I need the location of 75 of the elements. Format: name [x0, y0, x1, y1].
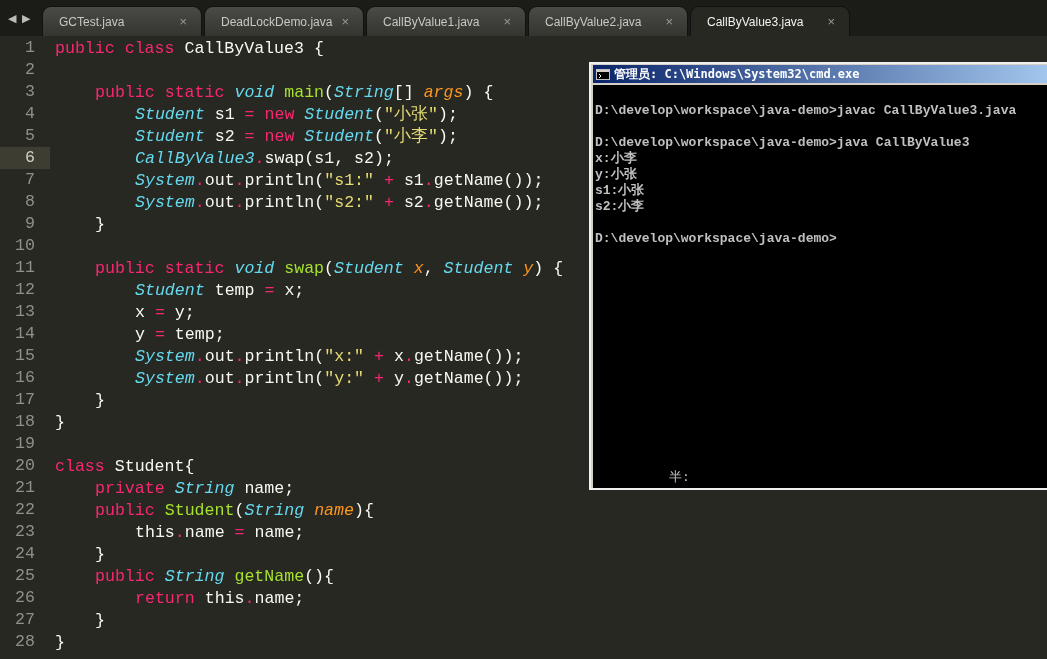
- line-number: 28: [14, 631, 36, 653]
- console-line: s2:小李: [595, 199, 645, 215]
- line-number: 19: [14, 433, 36, 455]
- code-line: class Student{: [55, 456, 195, 476]
- code-line: return this.name;: [135, 588, 305, 608]
- line-number: 18: [14, 411, 36, 433]
- line-number: 2: [24, 59, 36, 81]
- close-icon[interactable]: ×: [503, 14, 511, 29]
- line-number: 6: [0, 147, 50, 169]
- line-number: 20: [14, 455, 36, 477]
- code-line: }: [55, 412, 65, 432]
- line-number: 24: [14, 543, 36, 565]
- line-number: 7: [24, 169, 36, 191]
- close-icon[interactable]: ×: [179, 14, 187, 29]
- code-line: }: [95, 610, 105, 630]
- file-tab[interactable]: CallByValue2.java ×: [528, 6, 688, 36]
- code-line: System.out.println("y:" + y.getName());: [135, 368, 524, 388]
- window-title: 管理员: C:\Windows\System32\cmd.exe: [614, 65, 860, 83]
- line-number: 9: [24, 213, 36, 235]
- console-line: x:小李: [595, 151, 637, 167]
- file-tab[interactable]: GCTest.java ×: [42, 6, 202, 36]
- close-icon[interactable]: ×: [341, 14, 349, 29]
- code-line: public String getName(){: [95, 566, 335, 586]
- line-number: 5: [24, 125, 36, 147]
- code-line: public Student(String name){: [95, 500, 374, 520]
- line-number: 8: [24, 191, 36, 213]
- line-number: 22: [14, 499, 36, 521]
- code-line: public static void swap(Student x, Student y) {: [95, 258, 564, 278]
- file-tab[interactable]: DeadLockDemo.java ×: [204, 6, 364, 36]
- code-line: System.out.println("x:" + x.getName());: [135, 346, 524, 366]
- console-line: D:\develop\workspace\java-demo>: [595, 231, 837, 247]
- line-number: 17: [14, 389, 36, 411]
- line-number: 10: [14, 235, 36, 257]
- code-line: }: [95, 214, 105, 234]
- code-line: System.out.println("s1:" + s1.getName());: [135, 170, 544, 190]
- console-line: y:小张: [595, 167, 637, 183]
- code-line: CallByValue3.swap(s1, s2);: [135, 148, 394, 168]
- line-number: 25: [14, 565, 36, 587]
- close-icon[interactable]: ×: [665, 14, 673, 29]
- line-number: 1: [24, 37, 36, 59]
- line-number: 23: [14, 521, 36, 543]
- code-line: private String name;: [95, 478, 295, 498]
- forward-arrow-button[interactable]: ▶: [22, 11, 30, 25]
- code-line: }: [95, 544, 105, 564]
- code-line: public static void main(String[] args) {: [95, 82, 494, 102]
- code-line: System.out.println("s2:" + s2.getName());: [135, 192, 544, 212]
- code-line: }: [95, 390, 105, 410]
- line-number: 4: [24, 103, 36, 125]
- line-number: 11: [14, 257, 36, 279]
- line-number: 27: [14, 609, 36, 631]
- line-number: 3: [24, 81, 36, 103]
- back-arrow-button[interactable]: ◀: [8, 11, 16, 25]
- line-number: 21: [14, 477, 36, 499]
- line-number: 16: [14, 367, 36, 389]
- code-line: Student temp = x;: [135, 280, 305, 300]
- code-line: Student s2 = new Student("小李");: [135, 126, 458, 147]
- code-line: this.name = name;: [135, 522, 305, 542]
- code-line: x = y;: [135, 302, 195, 322]
- code-line: y = temp;: [135, 324, 225, 344]
- close-icon[interactable]: ×: [827, 14, 835, 29]
- console-line: s1:小张: [595, 183, 645, 199]
- line-number: 13: [14, 301, 36, 323]
- line-number: 26: [14, 587, 36, 609]
- console-icon: [596, 68, 610, 80]
- file-tab[interactable]: CallByValue1.java ×: [366, 6, 526, 36]
- code-line: public class CallByValue3 {: [55, 38, 324, 58]
- line-number: 15: [14, 345, 36, 367]
- line-number: 14: [14, 323, 36, 345]
- console-line: D:\develop\workspace\java-demo>javac CallByValue3.java: [595, 103, 1017, 119]
- ime-status: 半:: [669, 468, 690, 486]
- console-line: D:\develop\workspace\java-demo>java CallByValue3: [595, 135, 970, 151]
- line-number: 12: [14, 279, 36, 301]
- file-tab[interactable]: CallByValue3.java ×: [690, 6, 850, 36]
- code-line: }: [55, 632, 65, 652]
- code-line: Student s1 = new Student("小张");: [135, 104, 458, 125]
